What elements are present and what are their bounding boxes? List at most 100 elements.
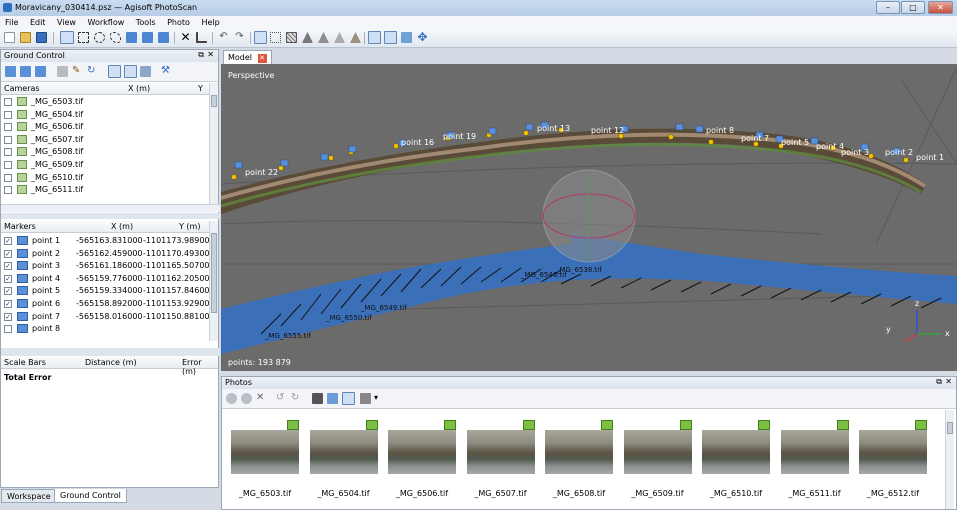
camera-row[interactable]: _MG_6511.tif	[1, 184, 209, 197]
save-icon[interactable]	[36, 32, 47, 43]
tab-workspace[interactable]: Workspace	[1, 489, 57, 503]
thumbnails-view-icon[interactable]	[342, 392, 355, 405]
open-folder-icon[interactable]	[20, 32, 31, 43]
marker-row[interactable]: point 8	[1, 323, 209, 336]
export-icon[interactable]	[20, 66, 31, 77]
show-cameras-icon[interactable]	[368, 31, 381, 44]
camera-checkbox[interactable]	[4, 135, 12, 144]
marker-checkbox[interactable]: ✓	[4, 274, 12, 283]
cameras-col-header[interactable]: Cameras	[4, 84, 40, 93]
camera-checkbox[interactable]	[4, 98, 12, 106]
marker-row[interactable]: ✓ point 1 -565163.831000 -1101173.989000	[1, 235, 215, 248]
photo-thumbnail[interactable]	[623, 420, 692, 474]
marker-checkbox[interactable]: ✓	[4, 312, 12, 321]
optimize-icon[interactable]: ↻	[87, 66, 98, 77]
filter-icon[interactable]	[312, 393, 323, 404]
menu-workflow[interactable]: Workflow	[83, 16, 129, 27]
delete-selection-icon[interactable]: ✕	[180, 31, 191, 43]
tab-close-icon[interactable]: ✕	[257, 54, 267, 63]
camera-row[interactable]: _MG_6508.tif	[1, 146, 209, 159]
resize-region-icon[interactable]	[158, 32, 169, 43]
shaded-mesh-icon[interactable]	[286, 32, 297, 43]
undo-icon[interactable]: ↶	[218, 32, 229, 43]
tab-model[interactable]: Model ✕	[223, 50, 272, 64]
crop-selection-icon[interactable]	[196, 32, 207, 43]
photo-thumbnail[interactable]	[388, 420, 456, 474]
camera-checkbox[interactable]	[4, 123, 12, 132]
chevron-down-icon[interactable]: ▾	[374, 393, 378, 402]
view-source-icon[interactable]	[108, 65, 121, 78]
view-errors-icon[interactable]	[124, 65, 137, 78]
model-viewport[interactable]: Perspective point 22 point 16 point 19 p…	[221, 64, 957, 371]
move-object-icon[interactable]	[126, 32, 137, 43]
maximize-button[interactable]: □	[901, 1, 925, 14]
new-file-icon[interactable]	[4, 32, 15, 43]
point-cloud-icon[interactable]	[254, 31, 267, 44]
menu-tools[interactable]: Tools	[131, 16, 160, 27]
distance-col-header[interactable]: Distance (m)	[85, 358, 137, 367]
wireframe-mesh-icon[interactable]	[318, 32, 329, 43]
marker-checkbox[interactable]: ✓	[4, 249, 12, 258]
marker-checkbox[interactable]: ✓	[4, 300, 12, 308]
tiled-model-icon[interactable]	[350, 32, 361, 43]
import-icon[interactable]	[5, 66, 16, 77]
camera-row[interactable]: _MG_6507.tif	[1, 134, 209, 147]
markers-scrollbar[interactable]	[209, 221, 218, 341]
camera-checkbox[interactable]	[4, 110, 12, 119]
enable-camera-icon[interactable]	[226, 393, 237, 404]
marker-row[interactable]: ✓ point 7 -565158.016000 -1101150.881000	[1, 311, 215, 324]
marker-row[interactable]: ✓ point 4 -565159.776000 -1101162.205000	[1, 273, 215, 286]
camera-row[interactable]: _MG_6506.tif	[1, 121, 209, 134]
camera-checkbox[interactable]	[4, 173, 12, 182]
error-col-header[interactable]: Error (m)	[182, 358, 218, 376]
load-ref-icon[interactable]	[35, 66, 46, 77]
marker-checkbox[interactable]: ✓	[4, 287, 12, 296]
marker-row[interactable]: ✓ point 2 -565162.459000 -1101170.493000	[1, 248, 215, 261]
panel-close-icon[interactable]: ✕	[207, 50, 214, 59]
camera-checkbox[interactable]	[4, 148, 12, 157]
menu-file[interactable]: File	[0, 16, 22, 27]
rotate-left-icon[interactable]: ↺	[276, 393, 287, 404]
cameras-scrollbar[interactable]	[209, 83, 218, 204]
camera-row[interactable]: _MG_6504.tif	[1, 109, 209, 122]
menu-help[interactable]: Help	[196, 16, 223, 27]
menu-edit[interactable]: Edit	[25, 16, 50, 27]
markers-col-header[interactable]: Markers	[4, 222, 36, 231]
photos-undock-icon[interactable]: ⧉	[936, 377, 942, 387]
show-markers-photos-icon[interactable]	[327, 393, 338, 404]
photo-thumbnail[interactable]	[545, 420, 613, 474]
cameras-hscrollbar[interactable]	[1, 204, 220, 212]
photo-thumbnail[interactable]	[231, 420, 299, 474]
scalebars-col-header[interactable]: Scale Bars	[4, 358, 46, 367]
textured-mesh-icon[interactable]	[334, 32, 345, 43]
wrench-icon[interactable]: ✎	[72, 66, 83, 77]
camera-checkbox[interactable]	[4, 186, 12, 195]
redo-icon[interactable]: ↷	[234, 32, 245, 43]
camera-row[interactable]: _MG_6509.tif	[1, 159, 209, 172]
markers-x-col-header[interactable]: X (m)	[111, 222, 133, 231]
marker-row[interactable]: ✓ point 3 -565161.186000 -1101165.507000	[1, 260, 215, 273]
camera-row[interactable]: _MG_6510.tif	[1, 172, 209, 185]
circle-select-icon[interactable]	[94, 32, 105, 43]
minimize-button[interactable]: –	[876, 1, 900, 14]
rotate-right-icon[interactable]: ↻	[291, 393, 302, 404]
marker-checkbox[interactable]	[4, 325, 12, 334]
cameras-y-col-header[interactable]: Y	[198, 84, 203, 93]
tab-ground-control[interactable]: Ground Control	[54, 489, 127, 503]
navigation-cursor-icon[interactable]	[60, 31, 74, 44]
photos-close-icon[interactable]: ✕	[945, 377, 952, 386]
photo-thumbnail[interactable]	[309, 420, 378, 474]
show-markers-icon[interactable]	[384, 31, 397, 44]
photo-thumbnail[interactable]	[859, 420, 927, 474]
rotate-object-icon[interactable]	[142, 32, 153, 43]
solid-mesh-icon[interactable]	[302, 32, 313, 43]
dense-cloud-icon[interactable]	[270, 32, 281, 43]
menu-photo[interactable]: Photo	[162, 16, 194, 27]
free-form-select-icon[interactable]	[110, 32, 121, 43]
reset-view-icon[interactable]: ✥	[417, 31, 428, 43]
markers-y-col-header[interactable]: Y (m)	[179, 222, 200, 231]
menu-view[interactable]: View	[52, 16, 80, 27]
photo-thumbnail[interactable]	[466, 420, 535, 474]
undock-icon[interactable]: ⧉	[198, 50, 204, 60]
marker-checkbox[interactable]: ✓	[4, 237, 12, 245]
